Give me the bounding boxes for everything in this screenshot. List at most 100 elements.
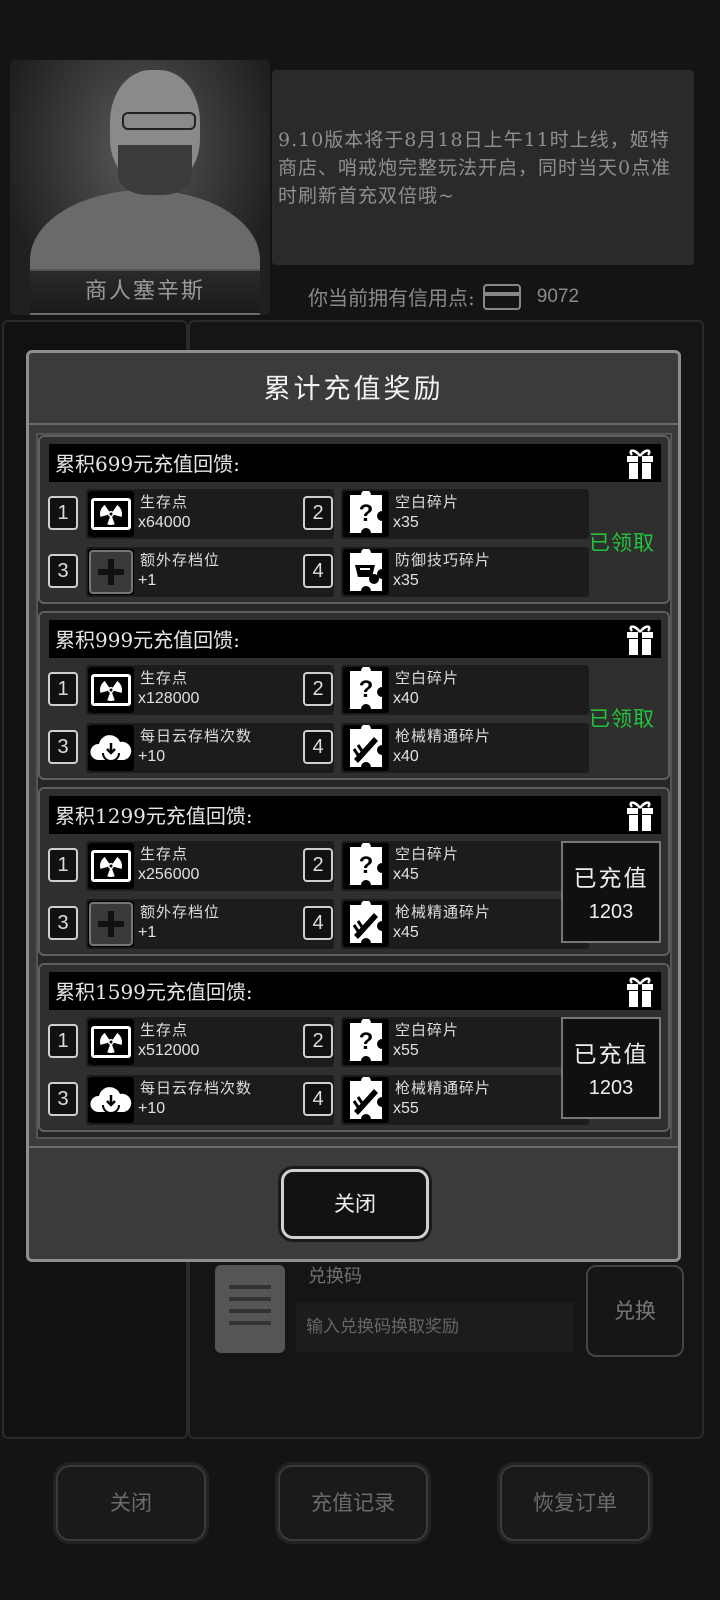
reward-item: 4 枪械精通碎片 x45 [303, 899, 589, 949]
reward-index: 4 [303, 906, 333, 940]
reward-index: 1 [48, 496, 78, 530]
radiation-icon [88, 1019, 134, 1065]
reward-index: 2 [303, 672, 333, 706]
reward-name: 枪械精通碎片 [395, 903, 492, 921]
recharge-progress-box[interactable]: 已充值 1203 [561, 1017, 661, 1119]
tier-header: 累积1299元充值回馈: [49, 796, 661, 834]
redeem-button[interactable]: 兑换 [586, 1265, 684, 1357]
reward-index: 2 [303, 496, 333, 530]
reward-item: 3 额外存档位 +1 [48, 547, 334, 597]
reward-tier: 累积699元充值回馈: 1 生存点 x64000 2? 空白碎片 x35 3 额外存档位 +1 4 防… [38, 435, 670, 604]
reward-item: 1 生存点 x128000 [48, 665, 334, 715]
reward-index: 3 [48, 906, 78, 940]
reward-name: 防御技巧碎片 [395, 551, 492, 569]
gift-icon [625, 622, 655, 656]
reward-tier: 累积1299元充值回馈: 1 生存点 x256000 2? 空白碎片 x45 3 额外存档位 +1… [38, 787, 670, 956]
tier-title: 累积699元充值回馈: [55, 452, 240, 476]
tier-header: 累积699元充值回馈: [49, 444, 661, 482]
reward-quantity: x256000 [138, 866, 200, 883]
reward-quantity: x35 [393, 572, 419, 589]
reward-item: 2? 空白碎片 x35 [303, 489, 589, 539]
announcement-text: 9.10版本将于8月18日上午11时上线，姬特商店、哨戒炮完整玩法开启，同时当天… [272, 70, 694, 265]
reward-item: 3 每日云存档次数 +10 [48, 723, 334, 773]
tier-title: 累积1299元充值回馈: [55, 804, 253, 828]
dialog-close-button[interactable]: 关闭 [281, 1169, 429, 1239]
reward-index: 3 [48, 730, 78, 764]
reward-quantity: x40 [393, 690, 419, 707]
reward-item: 1 生存点 x256000 [48, 841, 334, 891]
gift-icon [625, 446, 655, 480]
gift-icon [625, 798, 655, 832]
dialog-divider [29, 1146, 678, 1148]
radiation-icon [88, 667, 134, 713]
merchant-name: 商人塞辛斯 [30, 269, 260, 313]
reward-name: 生存点 [140, 493, 189, 511]
redeem-label: 兑换码 [308, 1266, 362, 1287]
reward-quantity: x45 [393, 924, 419, 941]
claimed-status: 已领取 [589, 531, 655, 555]
puzzle-defense-icon [343, 549, 389, 595]
reward-name: 枪械精通碎片 [395, 727, 492, 745]
puzzle-blank-icon: ? [343, 843, 389, 889]
reward-name: 生存点 [140, 1021, 189, 1039]
redeem-code-input[interactable]: 输入兑换码换取奖励 [296, 1302, 574, 1352]
restore-order-button[interactable]: 恢复订单 [500, 1465, 650, 1541]
cloud-save-icon [88, 725, 134, 771]
reward-name: 额外存档位 [140, 551, 221, 569]
recharged-amount: 1203 [588, 1077, 634, 1099]
puzzle-blank-icon: ? [343, 667, 389, 713]
reward-quantity: x35 [393, 514, 419, 531]
credits-display: 你当前拥有信用点: 9072 [308, 282, 579, 311]
reward-tier: 累积999元充值回馈: 1 生存点 x128000 2? 空白碎片 x40 3 每日云存档次数 +… [38, 611, 670, 780]
credits-value: 9072 [536, 285, 580, 307]
reward-tier-list[interactable]: 累积699元充值回馈: 1 生存点 x64000 2? 空白碎片 x35 3 额外存档位 +1 4 防… [36, 433, 672, 1139]
reward-index: 1 [48, 672, 78, 706]
bottom-bar: 关闭 充值记录 恢复订单 [0, 1455, 720, 1555]
recharge-progress-box[interactable]: 已充值 1203 [561, 841, 661, 943]
reward-name: 空白碎片 [395, 845, 460, 863]
gift-icon [625, 974, 655, 1008]
tier-header: 累积1599元充值回馈: [49, 972, 661, 1010]
reward-item: 3 额外存档位 +1 [48, 899, 334, 949]
tier-header: 累积999元充值回馈: [49, 620, 661, 658]
tier-title: 累积1599元充值回馈: [55, 980, 253, 1004]
reward-index: 3 [48, 554, 78, 588]
recharge-history-button[interactable]: 充值记录 [278, 1465, 428, 1541]
cumulative-recharge-dialog: 累计充值奖励 累积699元充值回馈: 1 生存点 x64000 2? 空白碎片 x35 3 额外… [26, 350, 681, 1262]
puzzle-gun-icon [343, 725, 389, 771]
reward-item: 1 生存点 x512000 [48, 1017, 334, 1067]
puzzle-blank-icon: ? [343, 1019, 389, 1065]
reward-index: 1 [48, 1024, 78, 1058]
reward-quantity: x512000 [138, 1042, 200, 1059]
radiation-icon [88, 491, 134, 537]
svg-text:?: ? [359, 1028, 374, 1055]
reward-item: 2? 空白碎片 x55 [303, 1017, 589, 1067]
tier-title: 累积999元充值回馈: [55, 628, 240, 652]
reward-name: 生存点 [140, 669, 189, 687]
reward-name: 空白碎片 [395, 493, 460, 511]
svg-text:?: ? [359, 500, 374, 527]
claimed-status: 已领取 [589, 707, 655, 731]
reward-index: 3 [48, 1082, 78, 1116]
recharged-label: 已充值 [573, 866, 649, 892]
reward-item: 4 枪械精通碎片 x55 [303, 1075, 589, 1125]
puzzle-gun-icon [343, 1077, 389, 1123]
plus-slot-icon [88, 549, 134, 595]
reward-quantity: +1 [138, 572, 157, 589]
puzzle-gun-icon [343, 901, 389, 947]
reward-quantity: +1 [138, 924, 157, 941]
reward-name: 生存点 [140, 845, 189, 863]
reward-item: 4 防御技巧碎片 x35 [303, 547, 589, 597]
svg-text:?: ? [359, 852, 374, 879]
cloud-save-icon [88, 1077, 134, 1123]
reward-index: 1 [48, 848, 78, 882]
reward-quantity: x55 [393, 1100, 419, 1117]
reward-index: 4 [303, 554, 333, 588]
bottom-close-button[interactable]: 关闭 [56, 1465, 206, 1541]
reward-name: 额外存档位 [140, 903, 221, 921]
reward-quantity: x40 [393, 748, 419, 765]
reward-index: 2 [303, 1024, 333, 1058]
reward-quantity: +10 [138, 1100, 166, 1117]
merchant-portrait: 商人塞辛斯 [10, 60, 270, 315]
credit-card-icon [482, 283, 521, 310]
